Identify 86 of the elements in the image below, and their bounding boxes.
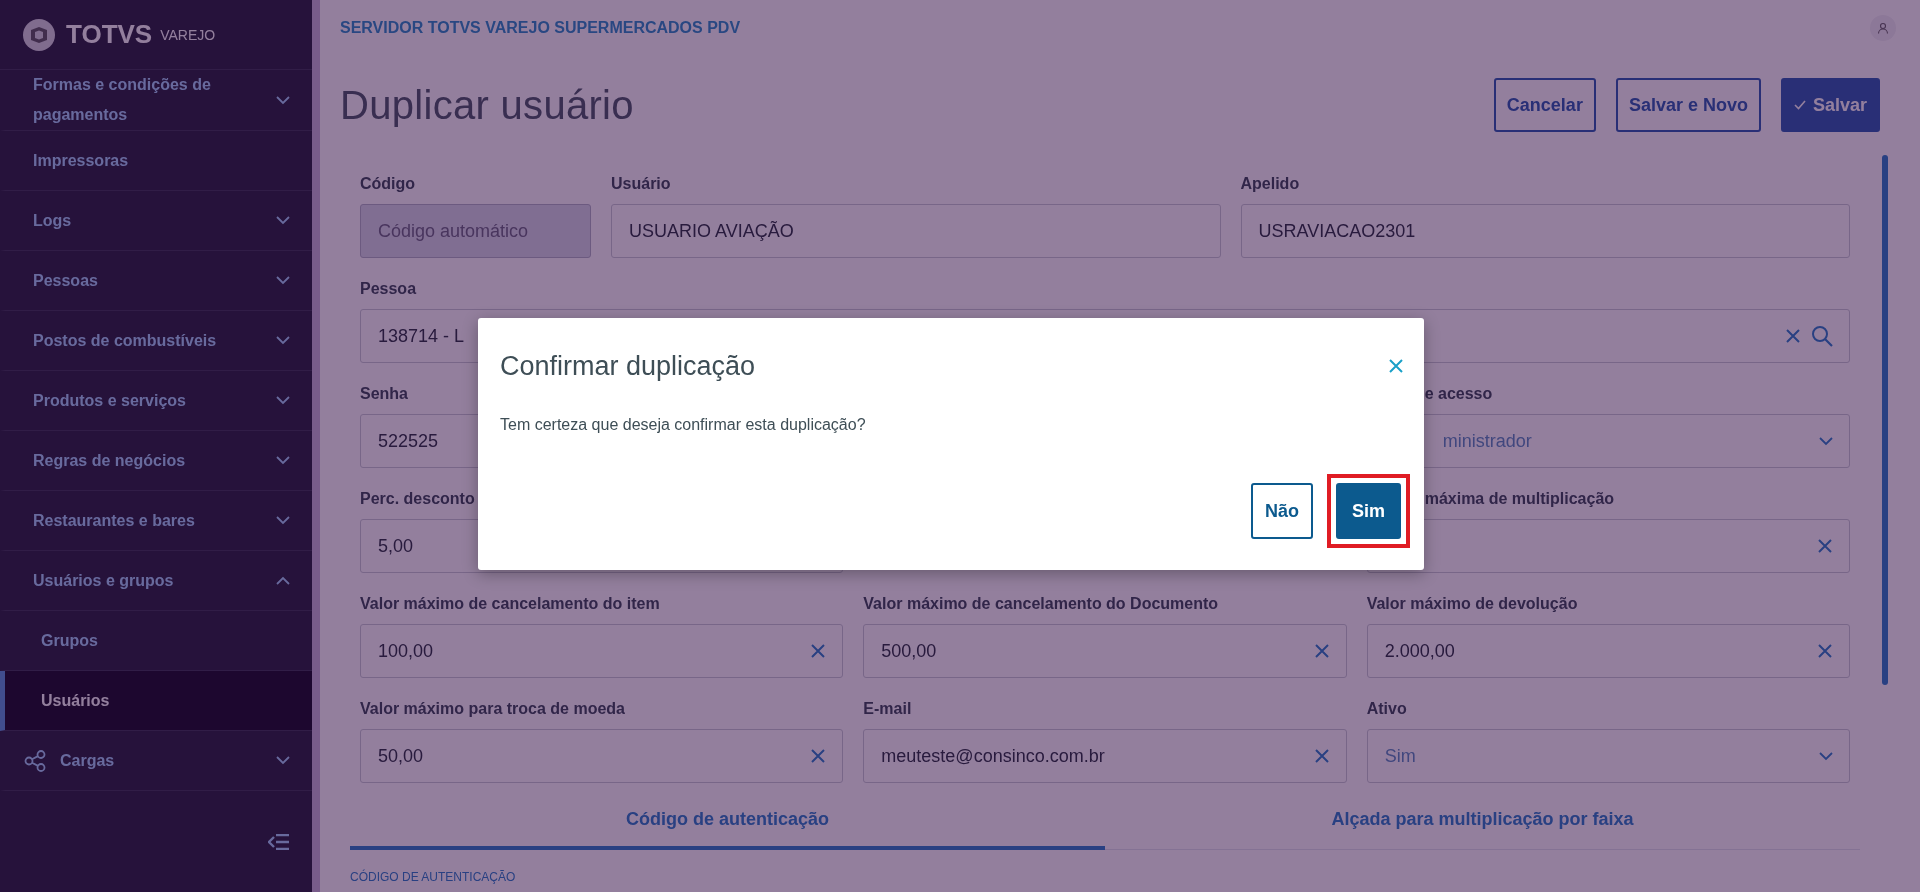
sidebar-item[interactable]: Postos de combustíveis — [0, 311, 312, 371]
field-value: 5,00 — [378, 535, 415, 557]
input-field[interactable]: meuteste@consinco.com.br — [863, 729, 1347, 783]
chevron-down-icon — [276, 336, 290, 345]
input-field[interactable]: 500,00 — [863, 624, 1347, 678]
clear-icon[interactable] — [1313, 748, 1330, 764]
sidebar-subitem[interactable]: Usuários — [0, 671, 312, 731]
check-icon — [1793, 100, 1806, 110]
input-field[interactable]: 2.000,00 — [1366, 624, 1850, 678]
field-value: ministrador — [1441, 430, 1533, 452]
chevron-down-icon — [1819, 751, 1833, 761]
sidebar-item[interactable]: Impressoras — [0, 131, 312, 191]
logo-icon — [22, 17, 56, 52]
field-value: Sim — [1384, 745, 1417, 767]
field-label: Usuário — [611, 174, 672, 194]
user-avatar[interactable] — [1870, 14, 1896, 41]
field-label: Ativo — [1366, 699, 1408, 719]
search-icon[interactable] — [1811, 325, 1833, 347]
field-value: 500,00 — [881, 640, 938, 662]
sidebar-item[interactable]: Usuários e grupos — [0, 551, 312, 611]
scrollbar[interactable] — [1882, 155, 1888, 685]
field-value: 522525 — [378, 430, 440, 452]
brand-name: TOTVS — [66, 19, 153, 50]
action-button[interactable]: Salvar e Novo — [1615, 78, 1761, 132]
tab[interactable]: Código de autenticação — [350, 794, 1105, 850]
dialog-title: Confirmar duplicação — [500, 350, 756, 382]
save-button[interactable]: Salvar — [1780, 78, 1880, 132]
user-icon — [1877, 21, 1889, 34]
cancel-button[interactable]: Não — [1250, 483, 1313, 539]
field-label: e acesso — [1423, 384, 1494, 404]
tab[interactable]: Alçada para multiplicação por faixa — [1105, 794, 1860, 850]
chevron-down-icon — [276, 396, 290, 405]
chevron-down-icon — [276, 276, 290, 285]
clear-icon[interactable] — [810, 748, 827, 764]
sidebar-item[interactable]: Cargas — [0, 731, 312, 791]
chevron-down-icon — [276, 95, 290, 105]
share-icon — [24, 749, 46, 772]
field-label: Perc. desconto — [360, 489, 476, 509]
field-label: E-mail — [863, 699, 913, 719]
product-name: VAREJO — [160, 26, 216, 43]
chevron-down-icon — [276, 456, 290, 465]
sidebar-item[interactable]: Produtos e serviços — [0, 371, 312, 431]
input-field[interactable]: USUARIO AVIAÇÃO — [611, 204, 1221, 258]
field-value: USRAVIACAO2301 — [1258, 220, 1417, 242]
field-value: 2.000,00 — [1384, 640, 1456, 662]
field-value: 138714 - L — [378, 325, 466, 347]
chevron-down-icon — [276, 216, 290, 225]
input-field[interactable]: 100,00 — [360, 624, 844, 678]
chevron-down-icon — [276, 756, 290, 765]
sidebar-item[interactable]: Restaurantes e bares — [0, 491, 312, 551]
sidebar-item[interactable]: Logs — [0, 191, 312, 251]
field-label: Código — [360, 174, 417, 194]
field-label: Valor máximo de cancelamento do Documento — [863, 594, 1220, 614]
chevron-down-icon — [276, 516, 290, 525]
chevron-up-icon — [276, 576, 290, 585]
field-label: Valor máximo de devolução — [1366, 594, 1579, 614]
action-button[interactable]: Cancelar — [1493, 78, 1596, 132]
confirm-button[interactable]: Sim — [1336, 483, 1401, 539]
sidebar-item[interactable]: Regras de negócios — [0, 431, 312, 491]
sidebar-item[interactable]: Pessoas — [0, 251, 312, 311]
field-value: USUARIO AVIAÇÃO — [629, 220, 795, 242]
field-label: Senha — [360, 384, 409, 404]
field-value: 50,00 — [378, 745, 425, 767]
server-name: SERVIDOR TOTVS VAREJO SUPERMERCADOS PDV — [340, 18, 741, 37]
field-label: Valor máximo de cancelamento do item — [360, 594, 661, 614]
clear-icon[interactable] — [1313, 643, 1330, 659]
page-title: Duplicar usuário — [340, 82, 634, 128]
field-value: meuteste@consinco.com.br — [881, 745, 1106, 767]
collapse-menu-icon[interactable] — [268, 833, 290, 850]
field-label: Valor máximo para troca de moeda — [360, 699, 626, 719]
sidebar-item[interactable]: Formas e condições de pagamentos — [0, 70, 312, 131]
clear-icon[interactable] — [1785, 328, 1801, 344]
input-field[interactable]: USRAVIACAO2301 — [1240, 204, 1850, 258]
dialog-message: Tem certeza que deseja confirmar esta duplicação? — [500, 415, 867, 435]
select-field[interactable]: Sim — [1366, 729, 1850, 783]
field-label: Apelido — [1240, 174, 1301, 194]
clear-icon[interactable] — [1817, 643, 1833, 659]
chevron-down-icon — [1819, 436, 1833, 446]
section-title: CÓDIGO DE AUTENTICAÇÃO — [349, 868, 517, 884]
close-icon[interactable] — [1388, 358, 1404, 374]
field-value: 100,00 — [378, 640, 435, 662]
clear-icon[interactable] — [810, 643, 827, 659]
field-placeholder: Código automático — [378, 220, 530, 242]
field-label: Pessoa — [360, 279, 418, 299]
clear-icon[interactable] — [1817, 538, 1833, 554]
input-field[interactable]: 50,00 — [360, 729, 844, 783]
